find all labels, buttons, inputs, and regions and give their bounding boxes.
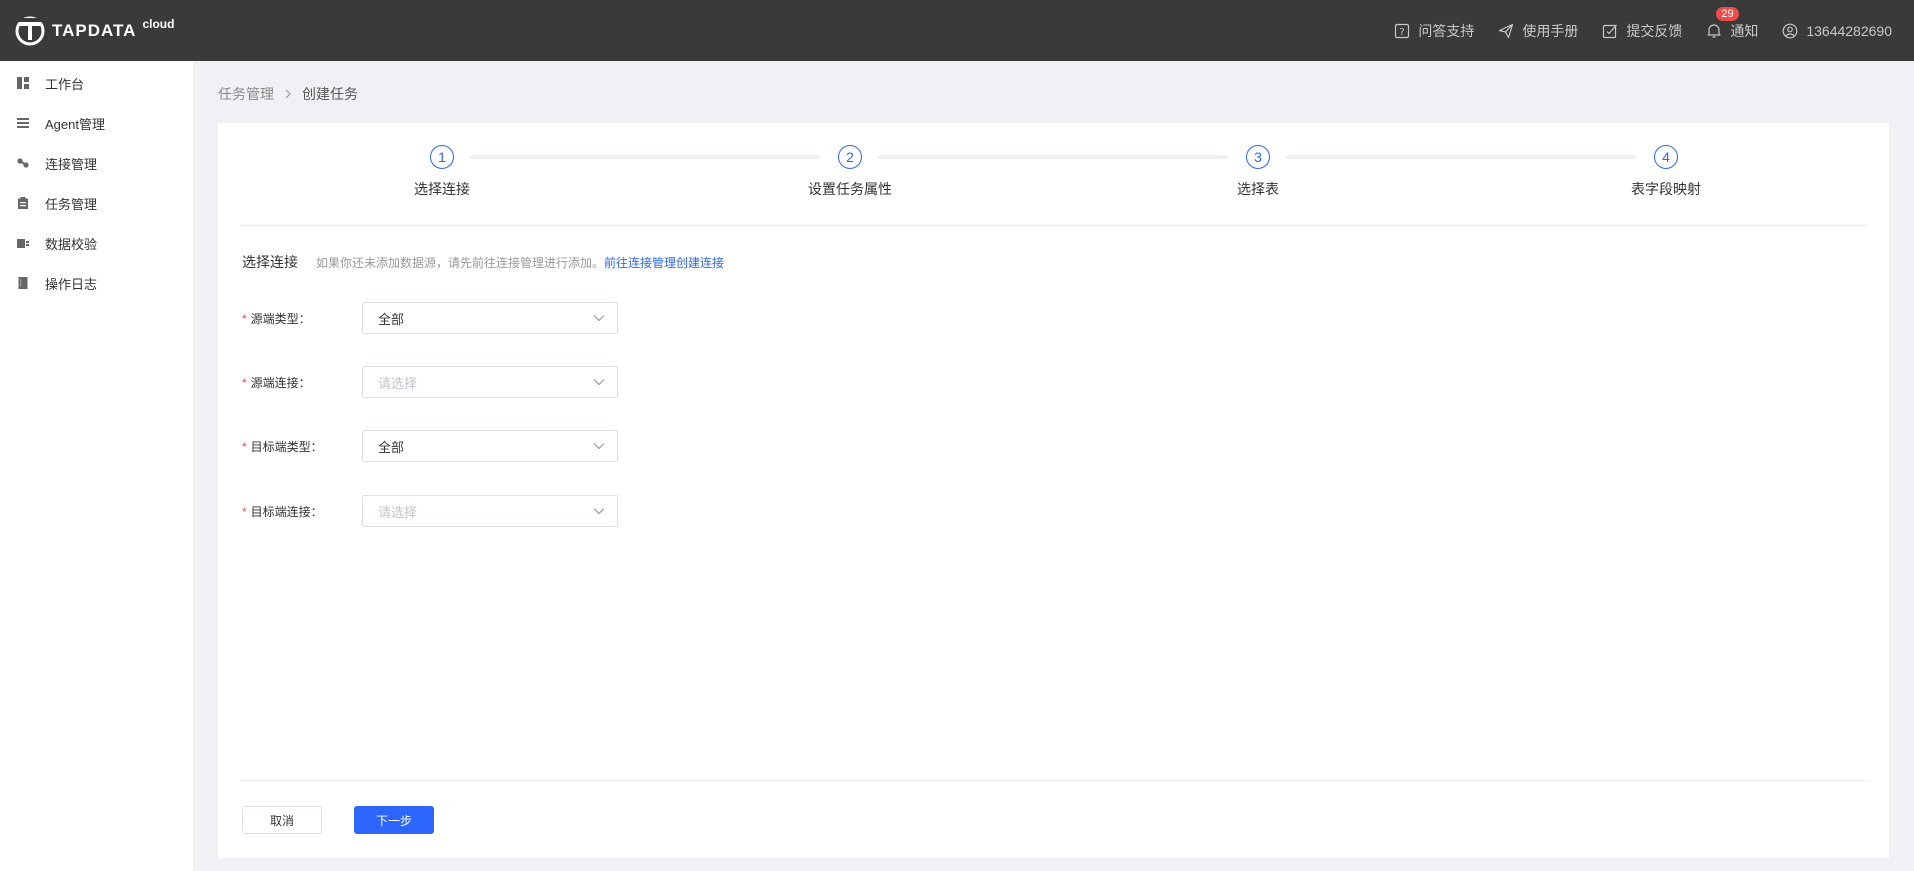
required-mark: * — [242, 311, 247, 326]
sidebar-item-tasks[interactable]: 任务管理 — [0, 183, 193, 223]
required-mark: * — [242, 439, 247, 454]
sidebar-item-label: 操作日志 — [45, 276, 98, 292]
step-1-number: 1 — [430, 145, 454, 169]
chevron-down-icon — [593, 443, 605, 450]
steps-indicator: 1 选择连接 2 设置任务属性 3 选择表 4 表字段映射 — [218, 145, 1889, 205]
brand-suffix: cloud — [142, 16, 175, 31]
top-navigation-bar: TAPDATA cloud ? 问答支持 使用手册 提交反馈 29 通知 136… — [0, 0, 1914, 61]
target-type-select[interactable]: 全部 — [362, 430, 618, 462]
source-connection-label: * 源端连接： — [242, 375, 311, 390]
app-logo[interactable]: TAPDATA cloud — [14, 15, 174, 47]
sidebar-item-connections[interactable]: 连接管理 — [0, 143, 193, 183]
step-connector — [470, 155, 820, 159]
feedback-icon — [1603, 24, 1618, 38]
bell-icon — [1707, 23, 1721, 38]
user-icon — [1782, 23, 1798, 38]
target-connection-select[interactable]: 请选择 — [362, 495, 618, 527]
form-row-source-type: * 源端类型： 全部 — [242, 302, 618, 334]
section-title: 选择连接 — [242, 254, 298, 270]
breadcrumb-current: 创建任务 — [302, 86, 358, 102]
sidebar-item-label: 任务管理 — [45, 196, 98, 212]
question-icon: ? — [1395, 23, 1410, 38]
create-task-card: 1 选择连接 2 设置任务属性 3 选择表 4 表字段映射 选择连接 如果你还未… — [218, 123, 1889, 858]
notifications-label: 通知 — [1730, 22, 1759, 39]
breadcrumb-parent[interactable]: 任务管理 — [218, 84, 274, 104]
source-type-select[interactable]: 全部 — [362, 302, 618, 334]
chevron-down-icon — [593, 315, 605, 322]
user-manual-label: 使用手册 — [1522, 22, 1579, 39]
step-4-number: 4 — [1654, 145, 1678, 169]
sidebar-item-label: 数据校验 — [45, 236, 98, 252]
step-3-number: 3 — [1246, 145, 1270, 169]
clipboard-icon — [16, 196, 30, 210]
submit-feedback-label: 提交反馈 — [1626, 22, 1683, 39]
step-connector — [878, 155, 1228, 159]
sidebar-item-agent[interactable]: Agent管理 — [0, 103, 193, 143]
sidebar-item-data-validation[interactable]: 数据校验 — [0, 223, 193, 263]
chevron-down-icon — [593, 508, 605, 515]
sidebar-item-label: 连接管理 — [45, 156, 98, 172]
step-3-label: 选择表 — [1237, 181, 1279, 197]
cancel-button[interactable]: 取消 — [242, 806, 322, 834]
paper-plane-icon — [1499, 23, 1514, 38]
notifications-link[interactable]: 29 通知 — [1706, 6, 1759, 41]
source-connection-select[interactable]: 请选择 — [362, 366, 618, 398]
sidebar: 工作台 Agent管理 连接管理 任务管理 数据校验 操作日志 — [0, 61, 193, 871]
breadcrumb: 任务管理 创建任务 — [218, 84, 358, 104]
target-connection-label: * 目标端连接： — [242, 504, 323, 519]
svg-text:?: ? — [1400, 27, 1405, 38]
step-connector — [1286, 155, 1636, 159]
sidebar-item-label: Agent管理 — [45, 116, 105, 132]
target-type-label: * 目标端类型： — [242, 439, 323, 454]
section-tip: 如果你还未添加数据源，请先前往连接管理进行添加。 — [316, 255, 605, 270]
section-header: 选择连接 如果你还未添加数据源，请先前往连接管理进行添加。 前往连接管理创建连接 — [242, 252, 724, 272]
sidebar-item-workbench[interactable]: 工作台 — [0, 63, 193, 103]
tapdata-logo-icon — [14, 15, 46, 47]
top-actions: ? 问答支持 使用手册 提交反馈 29 通知 13644282690 — [1370, 0, 1892, 61]
list-icon — [16, 116, 30, 130]
required-mark: * — [242, 375, 247, 390]
step-4-label: 表字段映射 — [1631, 181, 1701, 197]
qa-support-link[interactable]: ? 问答支持 — [1394, 21, 1474, 41]
dashboard-icon — [16, 76, 30, 90]
divider — [240, 780, 1868, 781]
target-type-value: 全部 — [378, 439, 405, 455]
form-row-target-type: * 目标端类型： 全部 — [242, 430, 618, 462]
form-row-source-connection: * 源端连接： 请选择 — [242, 366, 618, 398]
document-icon — [16, 276, 30, 290]
create-connection-link[interactable]: 前往连接管理创建连接 — [604, 254, 724, 271]
check-icon — [16, 236, 30, 250]
chevron-down-icon — [593, 379, 605, 386]
source-type-value: 全部 — [378, 311, 405, 327]
target-connection-placeholder: 请选择 — [378, 504, 418, 520]
step-2-label: 设置任务属性 — [808, 181, 892, 197]
user-phone-label: 13644282690 — [1806, 22, 1892, 39]
step-1-label: 选择连接 — [414, 181, 470, 197]
user-account-menu[interactable]: 13644282690 — [1782, 23, 1892, 39]
chevron-right-icon — [284, 86, 292, 102]
required-mark: * — [242, 504, 247, 519]
sidebar-item-label: 工作台 — [45, 76, 85, 92]
brand-name: TAPDATA — [52, 20, 137, 40]
next-step-button[interactable]: 下一步 — [354, 806, 434, 834]
form-row-target-connection: * 目标端连接： 请选择 — [242, 495, 618, 527]
step-2-number: 2 — [838, 145, 862, 169]
qa-support-label: 问答支持 — [1418, 22, 1475, 39]
divider — [240, 225, 1868, 226]
link-icon — [16, 156, 30, 170]
notification-count-badge: 29 — [1716, 6, 1739, 21]
source-type-label: * 源端类型： — [242, 311, 311, 326]
sidebar-item-operation-log[interactable]: 操作日志 — [0, 263, 193, 303]
submit-feedback-link[interactable]: 提交反馈 — [1602, 21, 1682, 41]
user-manual-link[interactable]: 使用手册 — [1498, 21, 1578, 41]
source-connection-placeholder: 请选择 — [378, 375, 418, 391]
